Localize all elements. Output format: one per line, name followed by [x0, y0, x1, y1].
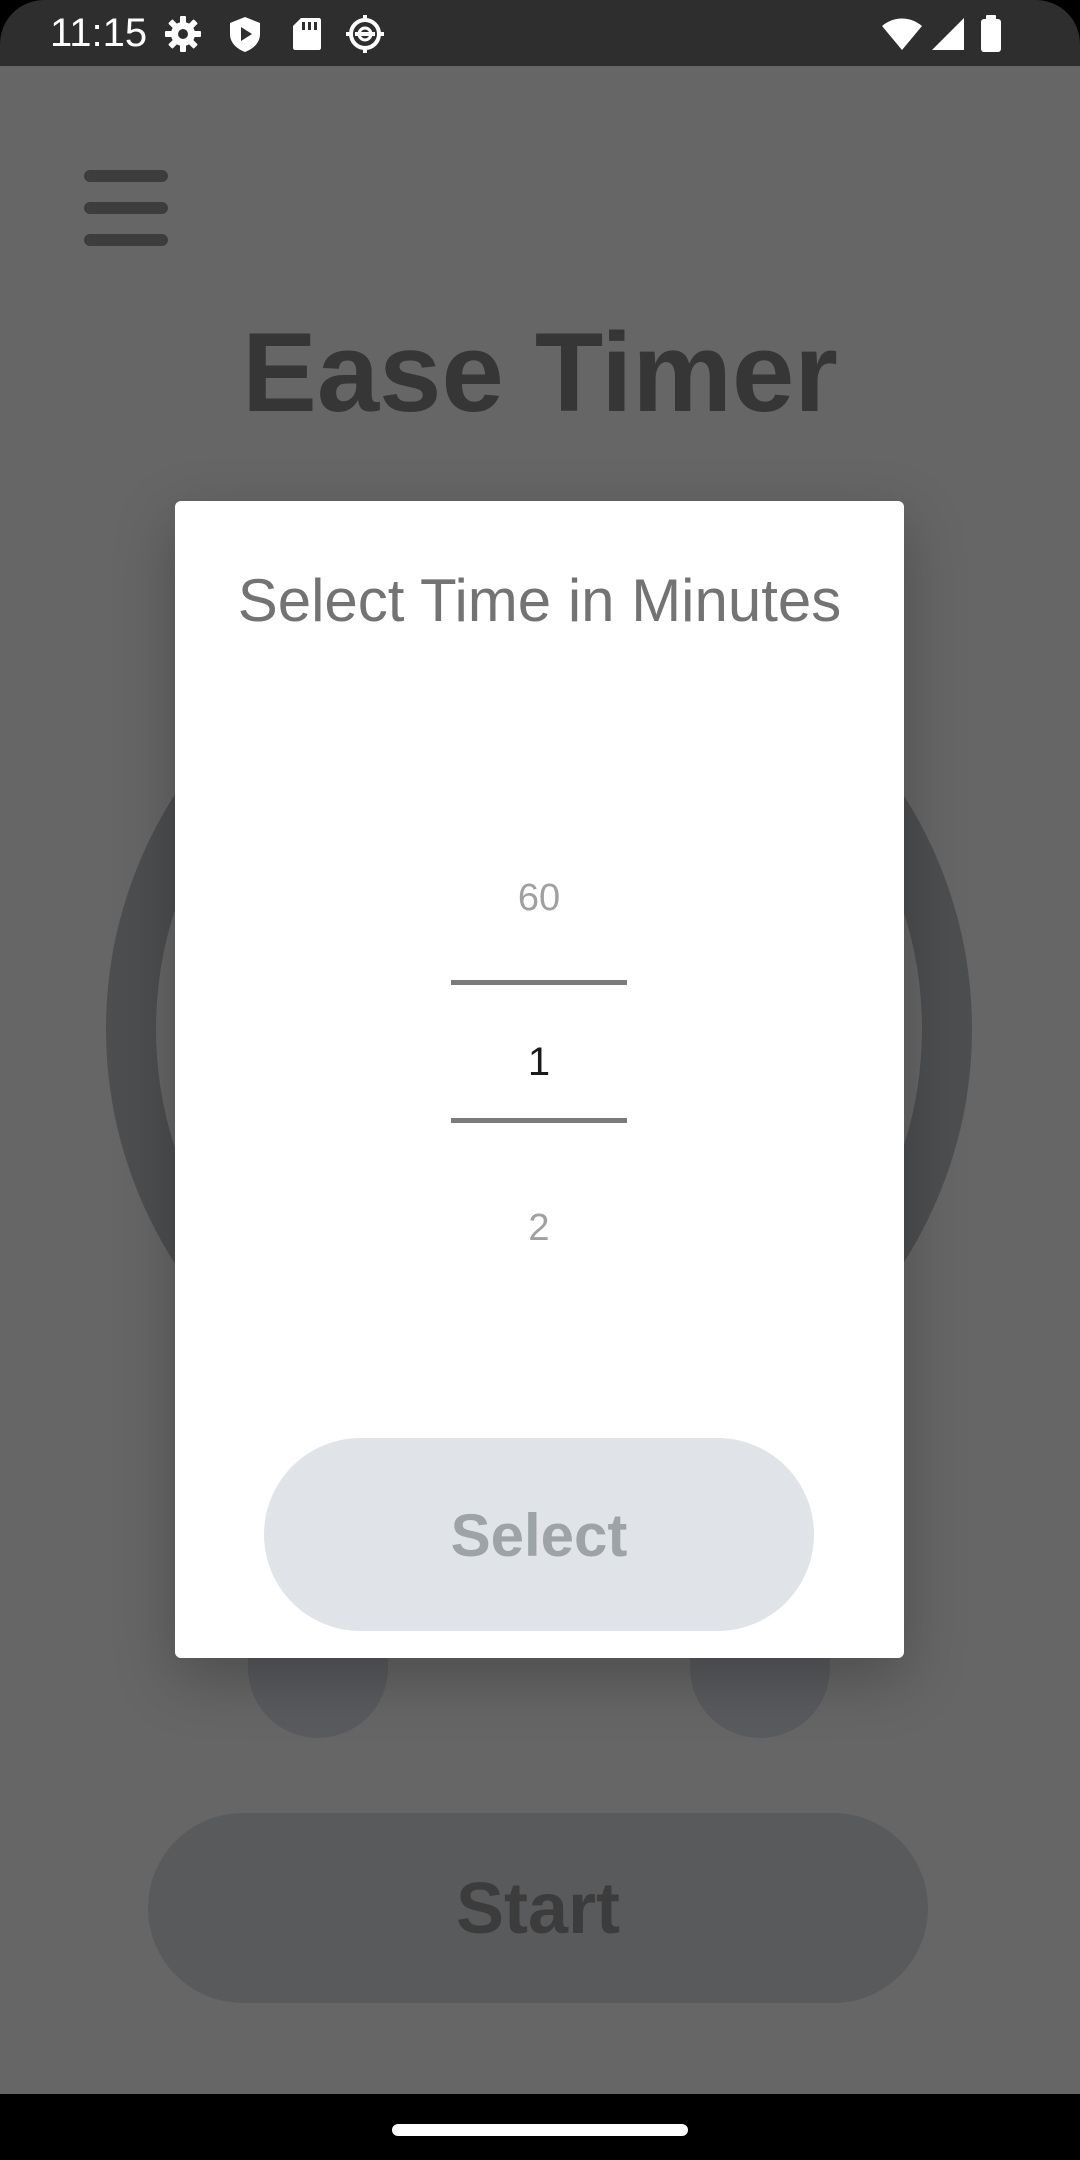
cell-signal-icon [932, 18, 964, 50]
picker-divider-bottom [451, 1118, 627, 1123]
gear-badge-icon [346, 15, 384, 53]
dialog-title: Select Time in Minutes [237, 567, 842, 634]
right-knob [690, 1658, 830, 1738]
picker-previous-value[interactable]: 60 [451, 868, 627, 928]
app-title: Ease Timer [242, 310, 838, 435]
sd-card-icon [293, 18, 321, 50]
select-button[interactable]: Select [264, 1438, 814, 1631]
navigation-bar [0, 2094, 1080, 2160]
picker-current-value[interactable]: 1 [451, 1032, 627, 1092]
phone-screen: 11:15 Ease Timer Start Select Time in Mi… [0, 0, 1080, 2160]
status-bar: 11:15 [0, 0, 1080, 66]
time-picker-dialog: Select Time in Minutes 60 1 2 Select [175, 501, 904, 1658]
status-time: 11:15 [50, 11, 148, 55]
shield-play-icon [230, 17, 260, 52]
left-knob [248, 1658, 388, 1738]
battery-icon [981, 15, 1001, 52]
hamburger-menu-icon[interactable] [84, 170, 168, 246]
wifi-icon [882, 18, 922, 50]
settings-icon [165, 16, 201, 52]
home-gesture-handle[interactable] [392, 2124, 688, 2136]
start-button[interactable]: Start [148, 1813, 928, 2003]
picker-next-value[interactable]: 2 [451, 1198, 627, 1258]
picker-divider-top [451, 980, 627, 985]
minutes-number-picker[interactable]: 60 1 2 [451, 821, 627, 1321]
